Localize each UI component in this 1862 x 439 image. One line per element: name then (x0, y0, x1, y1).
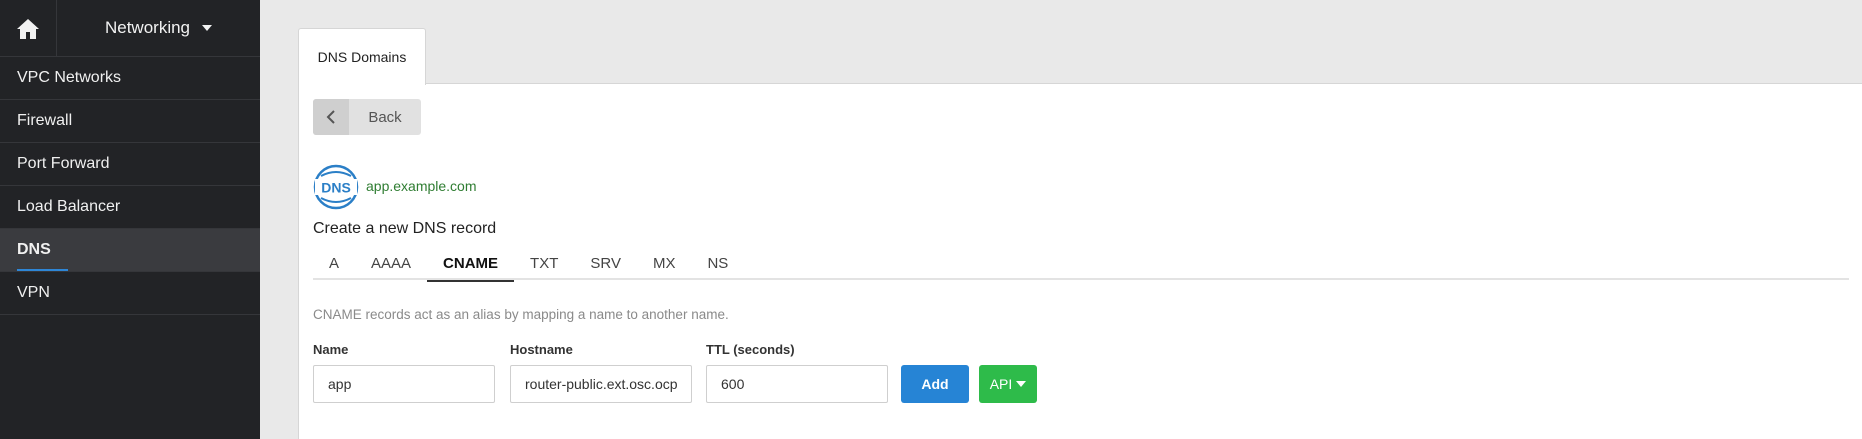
api-label: API (989, 376, 1013, 392)
home-icon (17, 18, 39, 39)
sidebar-item-port-forward[interactable]: Port Forward (0, 143, 260, 186)
ttl-field[interactable] (706, 365, 888, 403)
sidebar-item-load-balancer[interactable]: Load Balancer (0, 186, 260, 229)
sidebar-item-label: DNS (17, 241, 51, 258)
dns-icon: DNS (313, 164, 359, 210)
main-panel: Back DNS app.example.com Create a new DN… (298, 83, 1862, 439)
record-type-tabs: A AAAA CNAME TXT SRV MX NS (313, 247, 1849, 282)
sidebar-item-label: VPC Networks (17, 69, 122, 86)
name-field[interactable] (313, 365, 495, 403)
hostname-field[interactable] (510, 365, 692, 403)
sidebar-item-label: Firewall (17, 112, 73, 129)
sidebar: Networking VPC Networks Firewall Port Fo… (0, 0, 260, 439)
tab-ns[interactable]: NS (691, 247, 744, 280)
tab-aaaa[interactable]: AAAA (355, 247, 427, 280)
back-button[interactable]: Back (313, 99, 421, 135)
sidebar-item-dns[interactable]: DNS (0, 229, 260, 272)
tab-cname[interactable]: CNAME (427, 247, 515, 282)
name-label: Name (313, 342, 349, 357)
svg-text:DNS: DNS (321, 180, 351, 196)
tab-txt[interactable]: TXT (514, 247, 574, 280)
page-title: Create a new DNS record (313, 220, 497, 237)
sidebar-item-firewall[interactable]: Firewall (0, 100, 260, 143)
hostname-label: Hostname (510, 342, 573, 357)
chevron-down-icon (1016, 381, 1027, 387)
tab-srv[interactable]: SRV (574, 247, 637, 280)
tab-mx[interactable]: MX (637, 247, 692, 280)
sidebar-item-label: Load Balancer (17, 198, 121, 215)
tab-dns-domains[interactable]: DNS Domains (298, 28, 426, 85)
domain-name: app.example.com (366, 178, 477, 194)
record-description: CNAME records act as an alias by mapping… (313, 307, 729, 322)
section-label: Networking (104, 18, 191, 37)
sidebar-item-vpc-networks[interactable]: VPC Networks (0, 57, 260, 100)
home-button[interactable] (0, 0, 57, 57)
sidebar-item-label: VPN (17, 284, 50, 301)
sidebar-item-label: Port Forward (17, 155, 110, 172)
api-dropdown-button[interactable]: API (979, 365, 1037, 403)
tab-a[interactable]: A (313, 247, 355, 280)
chevron-down-icon (202, 25, 213, 31)
sidebar-item-vpn[interactable]: VPN (0, 272, 260, 315)
add-button[interactable]: Add (901, 365, 969, 403)
chevron-left-icon (313, 99, 349, 135)
sidebar-header: Networking (0, 0, 260, 57)
add-label: Add (921, 376, 949, 392)
section-dropdown[interactable]: Networking (57, 0, 260, 56)
ttl-label: TTL (seconds) (706, 342, 795, 357)
back-label: Back (368, 108, 402, 126)
